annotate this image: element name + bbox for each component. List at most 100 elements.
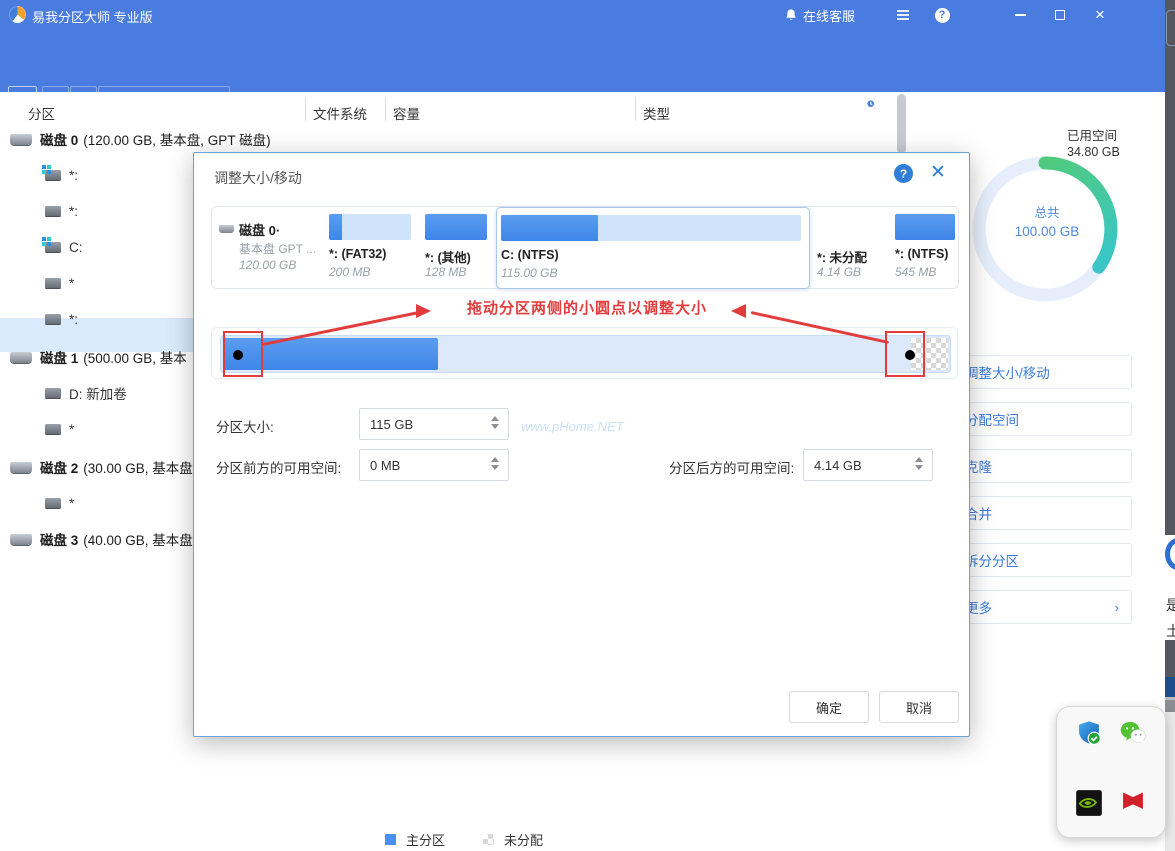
redo-button[interactable]: [70, 86, 97, 114]
partition-icon: [45, 424, 61, 434]
nvidia-icon[interactable]: [1075, 789, 1103, 817]
play-icon: [109, 95, 118, 105]
help-icon[interactable]: ?: [925, 0, 959, 30]
bell-icon: [784, 8, 798, 22]
ok-button[interactable]: 确定: [789, 691, 869, 723]
migrate-os-icon: [650, 91, 668, 109]
undo-icon: [48, 93, 63, 108]
donut-center-label: 总共 100.00 GB: [987, 202, 1107, 239]
unallocated-swatch: [483, 834, 494, 845]
disk-icon: [10, 462, 32, 473]
title-bar: 易我分区大师 专业版 在线客服 ? ×: [0, 0, 1165, 30]
dialog-title: 调整大小/移动: [214, 168, 302, 188]
online-service-button[interactable]: 在线客服: [784, 0, 855, 30]
bootable-disk-button[interactable]: 创建启动盘: [965, 90, 1058, 110]
tools-icon: [1075, 92, 1092, 109]
slider-track[interactable]: [220, 335, 951, 373]
partition-cell-c-selected[interactable]: C: (NTFS) 115.00 GB: [496, 207, 810, 289]
online-service-label: 在线客服: [803, 6, 855, 25]
partition-icon: [45, 314, 61, 324]
legend-primary-label: 主分区: [406, 830, 445, 849]
column-capacity: 容量: [393, 103, 420, 123]
disk-icon: [219, 225, 234, 233]
list-scrollbar[interactable]: [897, 94, 906, 154]
tools-label: 工具: [1099, 90, 1127, 110]
app-title: 易我分区大师 专业版: [32, 7, 153, 26]
tools-button[interactable]: 工具: [1075, 90, 1145, 110]
refresh-button[interactable]: [8, 86, 37, 114]
clone-label: 克隆: [814, 90, 842, 110]
background-window-sliver: 是 土: [1165, 0, 1175, 851]
maximize-icon[interactable]: [1043, 0, 1077, 30]
cancel-button[interactable]: 取消: [879, 691, 959, 723]
toolbar: 没有待执行操作 迁移操作系统 克隆 分区恢复: [0, 30, 1165, 92]
partition-cell-other[interactable]: *: (其他) 128 MB: [421, 210, 491, 285]
space-after-label: 分区后方的可用空间:: [669, 457, 794, 477]
clone-icon: [790, 92, 807, 109]
chevron-right-icon: ›: [1115, 600, 1119, 615]
watermark: www.pHome.NET: [521, 419, 624, 434]
partition-size-input[interactable]: 115 GB: [359, 408, 509, 440]
spinner-icon[interactable]: [491, 457, 499, 470]
undo-button[interactable]: [42, 86, 69, 114]
execute-operations-button[interactable]: 没有待执行操作: [98, 86, 230, 114]
dialog-help-icon[interactable]: ?: [894, 164, 913, 183]
background-block: [1165, 677, 1175, 697]
partition-icon: [45, 498, 61, 508]
system-tray-popup: [1056, 706, 1166, 838]
migrate-os-label: 迁移操作系统: [675, 90, 759, 110]
refresh-icon: [15, 93, 30, 108]
dialog-close-icon[interactable]: ✕: [927, 161, 949, 183]
column-filesystem: 文件系统: [313, 103, 367, 123]
annotation-box-right-handle: [885, 331, 925, 377]
partition-icon: [45, 170, 61, 180]
space-before-label: 分区前方的可用空间:: [216, 457, 341, 477]
app-logo-icon: [9, 6, 26, 23]
annotation-arrowhead-right: [731, 304, 746, 318]
bootable-disk-label: 创建启动盘: [988, 90, 1058, 110]
disk-icon: [10, 134, 32, 145]
spinner-icon[interactable]: [491, 416, 499, 429]
minimize-icon[interactable]: [1003, 0, 1037, 30]
legend-unallocated-label: 未分配: [504, 830, 543, 849]
app-window: 易我分区大师 专业版 在线客服 ? ×: [0, 0, 1165, 851]
close-icon[interactable]: ×: [1083, 0, 1117, 30]
drag-hint-annotation: 拖动分区两侧的小圆点以调整大小: [444, 297, 730, 318]
space-after-input[interactable]: 4.14 GB: [803, 449, 933, 481]
mcafee-icon[interactable]: [1119, 789, 1147, 817]
desktop: 是 土 易我分区大师 专业版 在线客服 ?: [0, 0, 1175, 851]
background-text-fragment: 土: [1166, 621, 1175, 641]
partition-recovery-icon: [858, 91, 876, 109]
pending-operations-label: 没有待执行操作: [126, 91, 217, 110]
wechat-icon[interactable]: [1119, 719, 1147, 747]
bootable-disk-icon: [965, 92, 981, 108]
partition-cell-ntfs[interactable]: *: (NTFS) 545 MB: [891, 210, 957, 285]
primary-partition-swatch: [385, 834, 396, 845]
disk-info-cell: 磁盘 0· 基本盘 GPT ... 120.00 GB: [215, 210, 310, 285]
background-fragment: [1166, 10, 1175, 46]
disk-overview-strip: 磁盘 0· 基本盘 GPT ... 120.00 GB *: (FAT32) 2…: [211, 206, 959, 289]
legend: 主分区 未分配: [385, 830, 543, 849]
redo-icon: [76, 93, 91, 108]
annotation-box-left-handle: [223, 331, 263, 377]
partition-cell-fat32[interactable]: *: (FAT32) 200 MB: [325, 210, 417, 285]
spinner-icon[interactable]: [915, 457, 923, 470]
partition-icon: [45, 242, 61, 252]
partition-cell-unallocated[interactable]: *: 未分配 4.14 GB: [813, 210, 887, 285]
menu-icon[interactable]: [886, 0, 920, 30]
partition-icon: [45, 206, 61, 216]
resize-move-dialog: 调整大小/移动 ? ✕ 磁盘 0· 基本盘 GPT ... 120.00 GB …: [193, 152, 970, 737]
disk-icon: [10, 534, 32, 545]
partition-icon: [45, 278, 61, 288]
migrate-os-button[interactable]: 迁移操作系统: [650, 90, 759, 110]
defender-icon[interactable]: [1075, 719, 1103, 747]
partition-size-label: 分区大小:: [216, 416, 274, 436]
disk-icon: [10, 352, 32, 363]
chevron-down-icon: [1134, 96, 1145, 104]
space-before-input[interactable]: 0 MB: [359, 449, 509, 481]
partition-icon: [45, 388, 61, 398]
partition-recovery-label: 分区恢复: [883, 90, 939, 110]
background-text-fragment: 是: [1166, 595, 1175, 615]
tree-row-disk0[interactable]: 磁盘 0 (120.00 GB, 基本盘, GPT 磁盘): [0, 124, 903, 154]
clone-button[interactable]: 克隆: [790, 90, 842, 110]
